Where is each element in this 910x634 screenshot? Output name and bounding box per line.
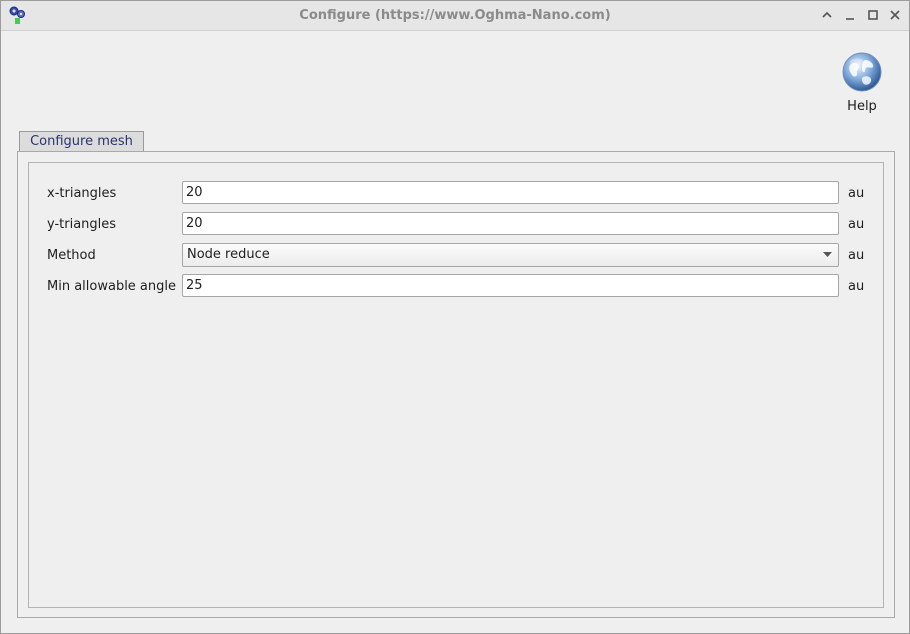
window-title: Configure (https://www.Oghma-Nano.com) xyxy=(299,8,611,23)
help-button[interactable]: Help xyxy=(832,51,892,121)
method-select[interactable]: Node reduce xyxy=(182,243,839,267)
method-unit: au xyxy=(848,248,865,263)
maximize-icon[interactable] xyxy=(866,8,880,22)
method-select-value: Node reduce xyxy=(187,247,270,262)
x-triangles-unit: au xyxy=(848,186,865,201)
chevron-down-icon xyxy=(823,252,832,257)
close-icon[interactable] xyxy=(888,8,902,22)
y-triangles-label: y-triangles xyxy=(47,217,117,232)
y-triangles-input[interactable]: 20 xyxy=(182,212,839,235)
window-client-area: Help Configure mesh x-triangles 20 au y-… xyxy=(6,31,904,628)
configure-window: Configure (https://www.Oghma-Nano.com) H… xyxy=(0,0,910,634)
x-triangles-input[interactable]: 20 xyxy=(182,181,839,204)
globe-icon xyxy=(842,52,882,92)
method-label: Method xyxy=(47,248,96,263)
tab-panel-configure-mesh: x-triangles 20 au y-triangles 20 au Meth… xyxy=(17,151,895,618)
row-y-triangles: y-triangles 20 au xyxy=(29,212,883,238)
mesh-config-form: x-triangles 20 au y-triangles 20 au Meth… xyxy=(28,162,884,608)
min-allowable-angle-unit: au xyxy=(848,279,865,294)
x-triangles-label: x-triangles xyxy=(47,186,117,201)
row-method: Method Node reduce au xyxy=(29,243,883,269)
min-allowable-angle-label: Min allowable angle xyxy=(47,279,177,294)
y-triangles-unit: au xyxy=(848,217,865,232)
collapse-icon[interactable] xyxy=(820,8,834,22)
minimize-icon[interactable] xyxy=(843,8,857,22)
row-x-triangles: x-triangles 20 au xyxy=(29,181,883,207)
help-label: Help xyxy=(847,99,877,114)
title-bar[interactable]: Configure (https://www.Oghma-Nano.com) xyxy=(1,1,909,31)
min-allowable-angle-input[interactable]: 25 xyxy=(182,274,839,297)
row-min-allowable-angle: Min allowable angle 25 au xyxy=(29,274,883,300)
